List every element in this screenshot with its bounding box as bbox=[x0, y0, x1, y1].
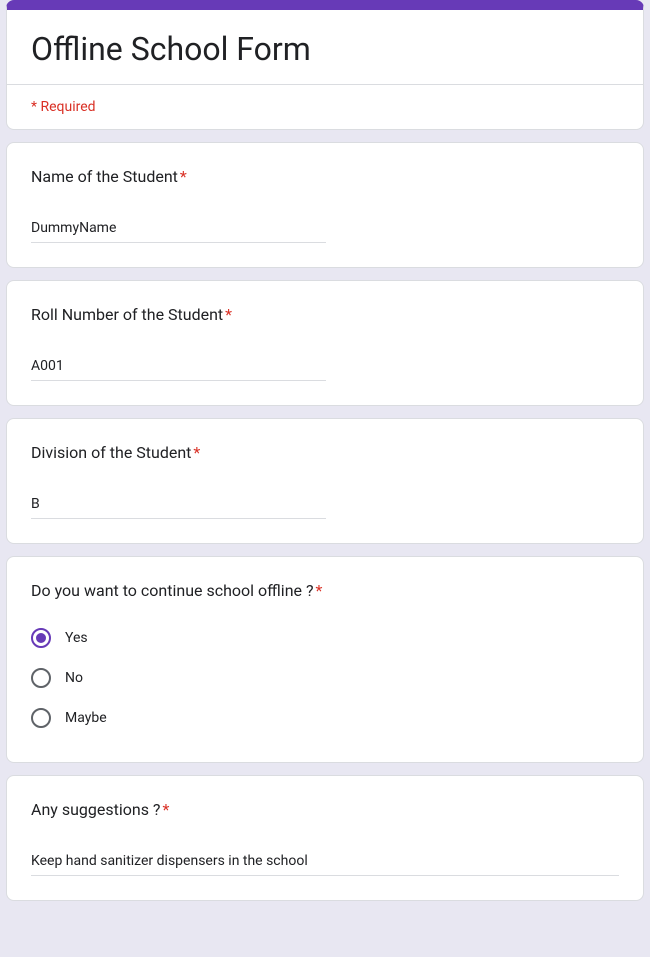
required-asterisk: * bbox=[160, 800, 169, 819]
form-header: Offline School Form * Required bbox=[6, 0, 644, 130]
name-input[interactable] bbox=[31, 216, 326, 243]
radio-group: Yes No Maybe bbox=[31, 618, 619, 738]
question-continue: Do you want to continue school offline ?… bbox=[6, 556, 644, 763]
required-asterisk: * bbox=[223, 305, 232, 324]
radio-icon bbox=[31, 628, 51, 648]
radio-option-yes[interactable]: Yes bbox=[31, 618, 619, 658]
question-label: Name of the Student* bbox=[31, 167, 619, 186]
question-label-text: Division of the Student bbox=[31, 443, 191, 462]
question-label: Roll Number of the Student* bbox=[31, 305, 619, 324]
question-name: Name of the Student* bbox=[6, 142, 644, 268]
required-note: * Required bbox=[7, 84, 643, 129]
form-title: Offline School Form bbox=[31, 30, 619, 68]
roll-input[interactable] bbox=[31, 354, 326, 381]
radio-icon bbox=[31, 708, 51, 728]
question-suggestions: Any suggestions ?* bbox=[6, 775, 644, 901]
question-label-text: Name of the Student bbox=[31, 167, 178, 186]
form-title-wrap: Offline School Form bbox=[7, 10, 643, 84]
question-label-text: Any suggestions ? bbox=[31, 800, 160, 819]
radio-label: Yes bbox=[65, 630, 88, 646]
division-input[interactable] bbox=[31, 492, 326, 519]
question-label-text: Roll Number of the Student bbox=[31, 305, 223, 324]
required-asterisk: * bbox=[191, 443, 200, 462]
question-label-text: Do you want to continue school offline ? bbox=[31, 581, 314, 600]
radio-option-no[interactable]: No bbox=[31, 658, 619, 698]
required-asterisk: * bbox=[178, 167, 187, 186]
question-division: Division of the Student* bbox=[6, 418, 644, 544]
question-label: Any suggestions ?* bbox=[31, 800, 619, 819]
radio-icon bbox=[31, 668, 51, 688]
required-asterisk: * bbox=[314, 581, 323, 600]
question-label: Division of the Student* bbox=[31, 443, 619, 462]
question-label: Do you want to continue school offline ?… bbox=[31, 581, 619, 600]
suggestions-input[interactable] bbox=[31, 849, 619, 876]
question-roll: Roll Number of the Student* bbox=[6, 280, 644, 406]
radio-label: Maybe bbox=[65, 710, 107, 726]
radio-option-maybe[interactable]: Maybe bbox=[31, 698, 619, 738]
radio-label: No bbox=[65, 670, 83, 686]
